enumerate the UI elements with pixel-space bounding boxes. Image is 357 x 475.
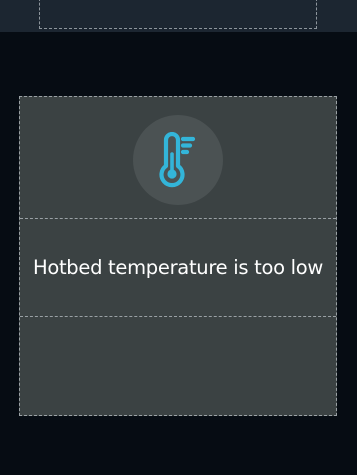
thermometer-icon [159,132,196,188]
alert-message: Hotbed temperature is too low [32,256,324,279]
top-panel-frame [39,0,317,29]
divider-bottom [20,316,336,317]
icon-badge [133,115,223,205]
top-panel [0,0,357,32]
alert-dialog: Hotbed temperature is too low [19,96,337,416]
